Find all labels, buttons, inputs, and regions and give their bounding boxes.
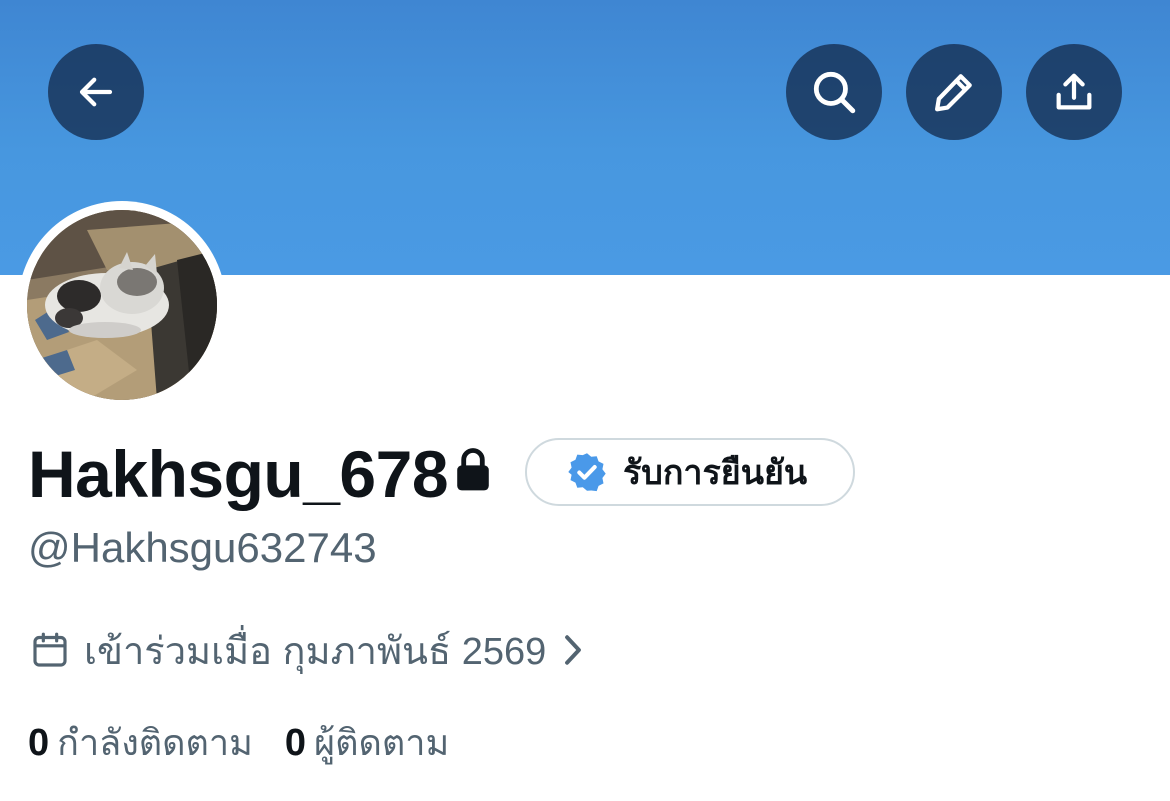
pencil-icon — [935, 74, 972, 112]
back-button[interactable] — [48, 44, 144, 140]
edit-profile-button[interactable] — [906, 44, 1002, 140]
joined-date-text: เข้าร่วมเมื่อ กุมภาพันธ์ 2569 — [84, 630, 547, 673]
calendar-icon — [33, 632, 67, 667]
follow-stats: 0 กำลังติดตาม 0 ผู้ติดตาม — [28, 714, 449, 770]
following-count: 0 — [28, 721, 50, 764]
followers-stat[interactable]: 0 ผู้ติดตาม — [285, 714, 449, 771]
lock-icon — [457, 448, 489, 491]
display-name: Hakhsgu_678 — [28, 437, 449, 511]
share-upload-icon — [1056, 73, 1092, 110]
search-icon — [813, 71, 856, 114]
search-button[interactable] — [786, 44, 882, 140]
chevron-right-icon — [565, 635, 582, 665]
followers-label: ผู้ติดตาม — [314, 721, 450, 763]
following-label: กำลังติดตาม — [57, 721, 253, 763]
avatar-cat-photo — [27, 210, 217, 400]
following-stat[interactable]: 0 กำลังติดตาม — [28, 714, 253, 771]
username-handle: @Hakhsgu632743 — [28, 524, 377, 571]
get-verified-button[interactable]: รับการยืนยัน — [525, 438, 855, 506]
verified-badge-icon — [568, 453, 606, 492]
followers-count: 0 — [284, 721, 307, 764]
avatar[interactable] — [27, 210, 217, 400]
arrow-left-icon — [79, 77, 113, 107]
joined-date-row[interactable]: เข้าร่วมเมื่อ กุมภาพันธ์ 2569 — [30, 622, 584, 678]
share-button[interactable] — [1026, 44, 1122, 140]
get-verified-label: รับการยืนยัน — [623, 454, 808, 492]
